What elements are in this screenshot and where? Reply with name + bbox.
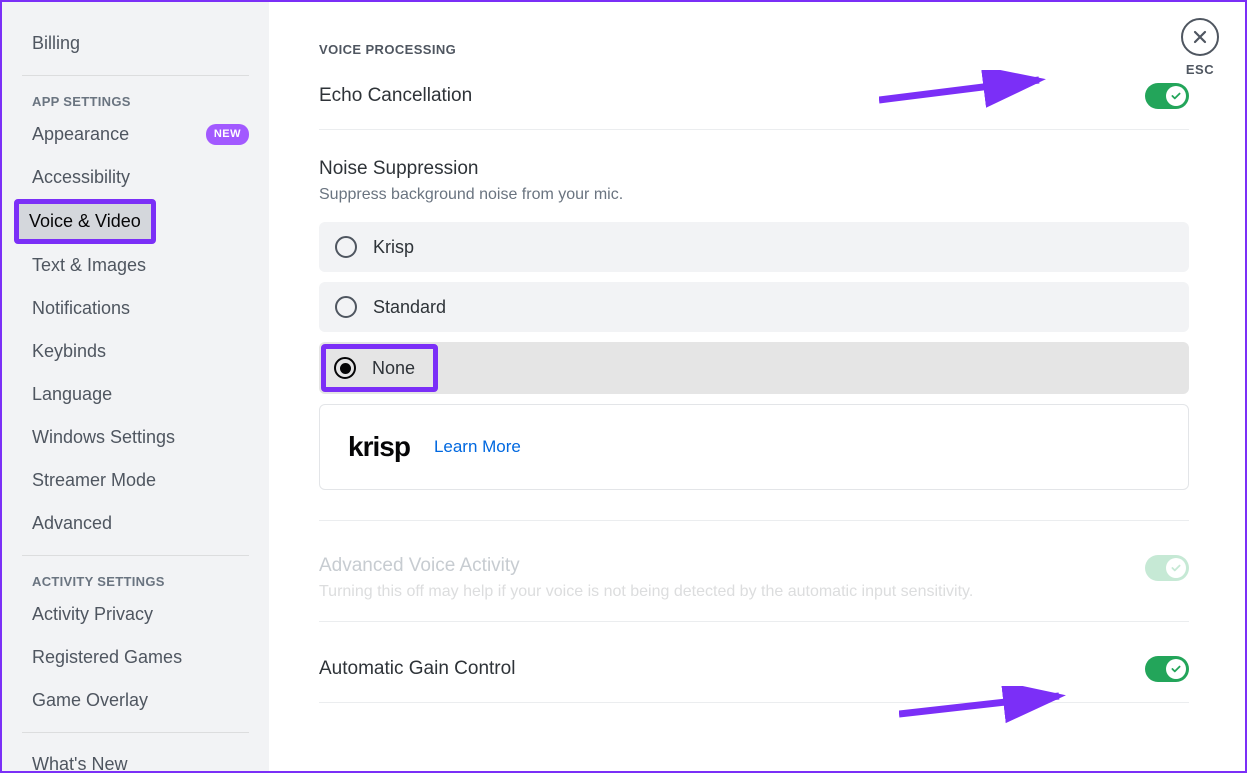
close-circle	[1181, 18, 1219, 56]
new-badge: NEW	[206, 124, 249, 145]
radio-icon	[335, 296, 357, 318]
divider	[22, 555, 249, 556]
setting-title: Advanced Voice Activity	[319, 555, 973, 577]
noise-suppression-section: Noise Suppression Suppress background no…	[319, 158, 1189, 490]
settings-sidebar: Billing APP SETTINGS Appearance NEW Acce…	[2, 2, 269, 771]
sidebar-item-whats-new[interactable]: What's New	[22, 743, 259, 771]
radio-label: Standard	[373, 297, 446, 318]
sidebar-item-keybinds[interactable]: Keybinds	[22, 330, 259, 373]
sidebar-item-notifications[interactable]: Notifications	[22, 287, 259, 330]
sidebar-item-activity-privacy[interactable]: Activity Privacy	[22, 593, 259, 636]
sidebar-item-advanced[interactable]: Advanced	[22, 502, 259, 545]
check-icon	[1170, 562, 1182, 574]
krisp-logo: krisp	[348, 431, 410, 463]
divider	[22, 75, 249, 76]
check-icon	[1170, 90, 1182, 102]
toggle-knob	[1166, 558, 1186, 578]
echo-cancellation-toggle[interactable]	[1145, 83, 1189, 109]
divider	[319, 520, 1189, 521]
sidebar-item-appearance[interactable]: Appearance NEW	[22, 113, 259, 156]
close-icon	[1191, 28, 1209, 46]
automatic-gain-control-toggle[interactable]	[1145, 656, 1189, 682]
sidebar-item-text-images[interactable]: Text & Images	[22, 244, 259, 287]
sidebar-item-accessibility[interactable]: Accessibility	[22, 156, 259, 199]
radio-label: Krisp	[373, 237, 414, 258]
setting-desc: Turning this off may help if your voice …	[319, 583, 973, 601]
section-header-voice-processing: VOICE PROCESSING	[319, 42, 1189, 57]
divider	[22, 732, 249, 733]
sidebar-item-voice-video[interactable]: Voice & Video	[14, 199, 156, 244]
toggle-knob	[1166, 659, 1186, 679]
sidebar-item-language[interactable]: Language	[22, 373, 259, 416]
noise-suppression-title: Noise Suppression	[319, 158, 1189, 180]
krisp-learn-more-link[interactable]: Learn More	[434, 437, 521, 457]
sidebar-item-windows-settings[interactable]: Windows Settings	[22, 416, 259, 459]
sidebar-header-activity-settings: ACTIVITY SETTINGS	[22, 566, 259, 593]
radio-icon	[334, 357, 356, 379]
noise-option-standard[interactable]: Standard	[319, 282, 1189, 332]
setting-automatic-gain-control: Automatic Gain Control	[319, 650, 1189, 703]
check-icon	[1170, 663, 1182, 675]
krisp-info-card: krisp Learn More	[319, 404, 1189, 490]
advanced-voice-activity-toggle[interactable]	[1145, 555, 1189, 581]
sidebar-item-billing[interactable]: Billing	[22, 22, 259, 65]
settings-content: VOICE PROCESSING Echo Cancellation Noise…	[269, 2, 1245, 771]
noise-option-krisp[interactable]: Krisp	[319, 222, 1189, 272]
noise-suppression-desc: Suppress background noise from your mic.	[319, 186, 1189, 204]
setting-advanced-voice-activity: Advanced Voice Activity Turning this off…	[319, 549, 1189, 622]
radio-label: None	[372, 358, 415, 379]
toggle-knob	[1166, 86, 1186, 106]
sidebar-item-registered-games[interactable]: Registered Games	[22, 636, 259, 679]
sidebar-item-game-overlay[interactable]: Game Overlay	[22, 679, 259, 722]
setting-title: Automatic Gain Control	[319, 658, 515, 680]
radio-icon	[335, 236, 357, 258]
setting-echo-cancellation: Echo Cancellation	[319, 77, 1189, 130]
setting-title: Echo Cancellation	[319, 85, 472, 107]
sidebar-header-app-settings: APP SETTINGS	[22, 86, 259, 113]
close-settings-button[interactable]: ESC	[1181, 18, 1219, 77]
close-esc-label: ESC	[1186, 62, 1214, 77]
noise-option-none[interactable]: None	[319, 342, 1189, 394]
sidebar-item-label: Appearance	[32, 121, 129, 148]
sidebar-item-streamer-mode[interactable]: Streamer Mode	[22, 459, 259, 502]
